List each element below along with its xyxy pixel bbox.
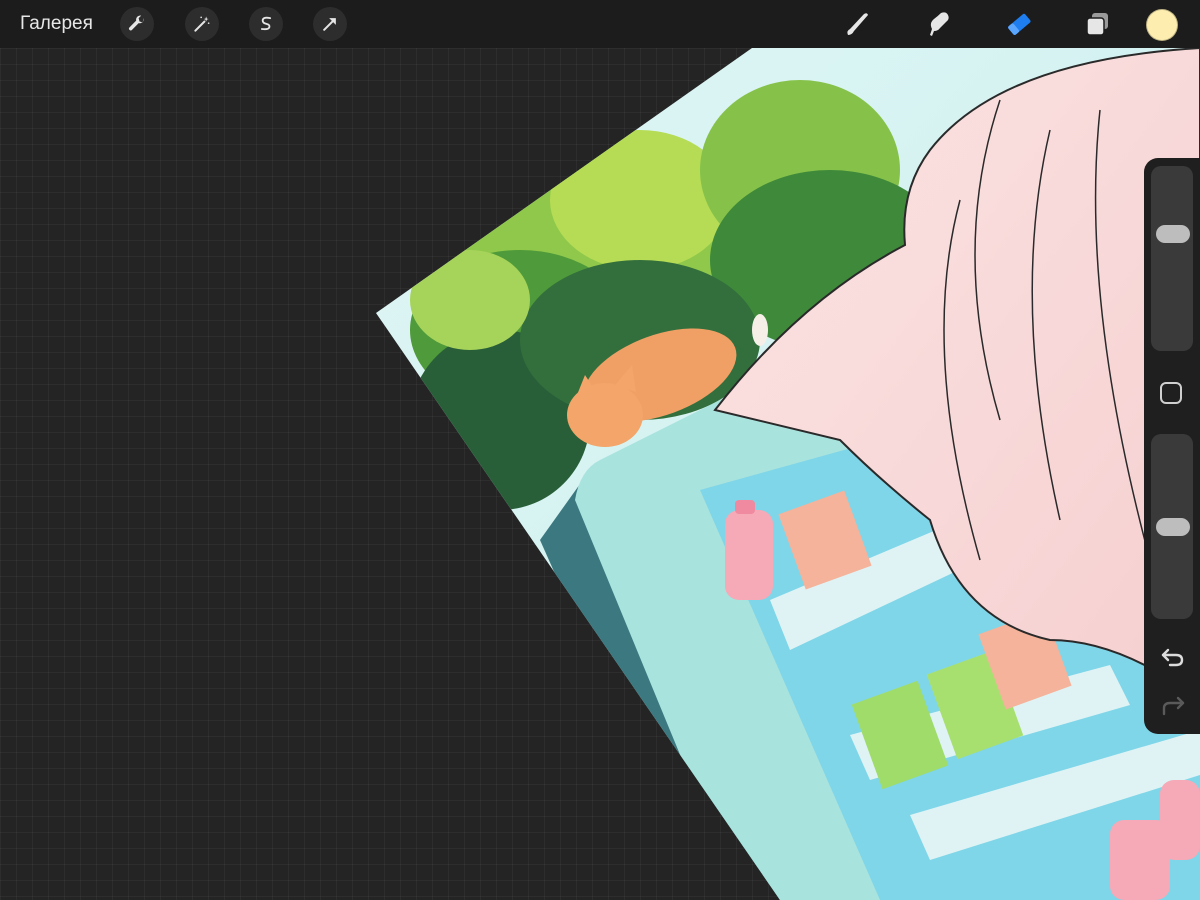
- opacity-slider[interactable]: [1151, 434, 1193, 619]
- selection-icon[interactable]: [249, 7, 283, 41]
- smudge-icon[interactable]: [922, 8, 956, 40]
- side-toolbar: [1144, 158, 1200, 734]
- redo-icon[interactable]: [1158, 692, 1188, 720]
- gallery-button[interactable]: Галерея: [20, 13, 93, 35]
- brush-size-handle[interactable]: [1156, 224, 1190, 243]
- undo-icon[interactable]: [1158, 644, 1188, 672]
- eraser-icon[interactable]: [1002, 8, 1036, 40]
- artwork-canvas[interactable]: [0, 48, 1200, 900]
- top-toolbar: Галерея: [0, 0, 1200, 48]
- wrench-icon[interactable]: [120, 7, 154, 41]
- magic-wand-icon[interactable]: [185, 7, 219, 41]
- transform-arrow-icon[interactable]: [313, 7, 347, 41]
- layers-icon[interactable]: [1080, 8, 1114, 40]
- color-picker-swatch[interactable]: [1146, 9, 1178, 41]
- brush-size-slider[interactable]: [1151, 166, 1193, 351]
- canvas-area[interactable]: [0, 48, 1200, 900]
- square-icon[interactable]: [1159, 381, 1183, 405]
- brush-icon[interactable]: [840, 8, 874, 40]
- opacity-handle[interactable]: [1156, 517, 1190, 536]
